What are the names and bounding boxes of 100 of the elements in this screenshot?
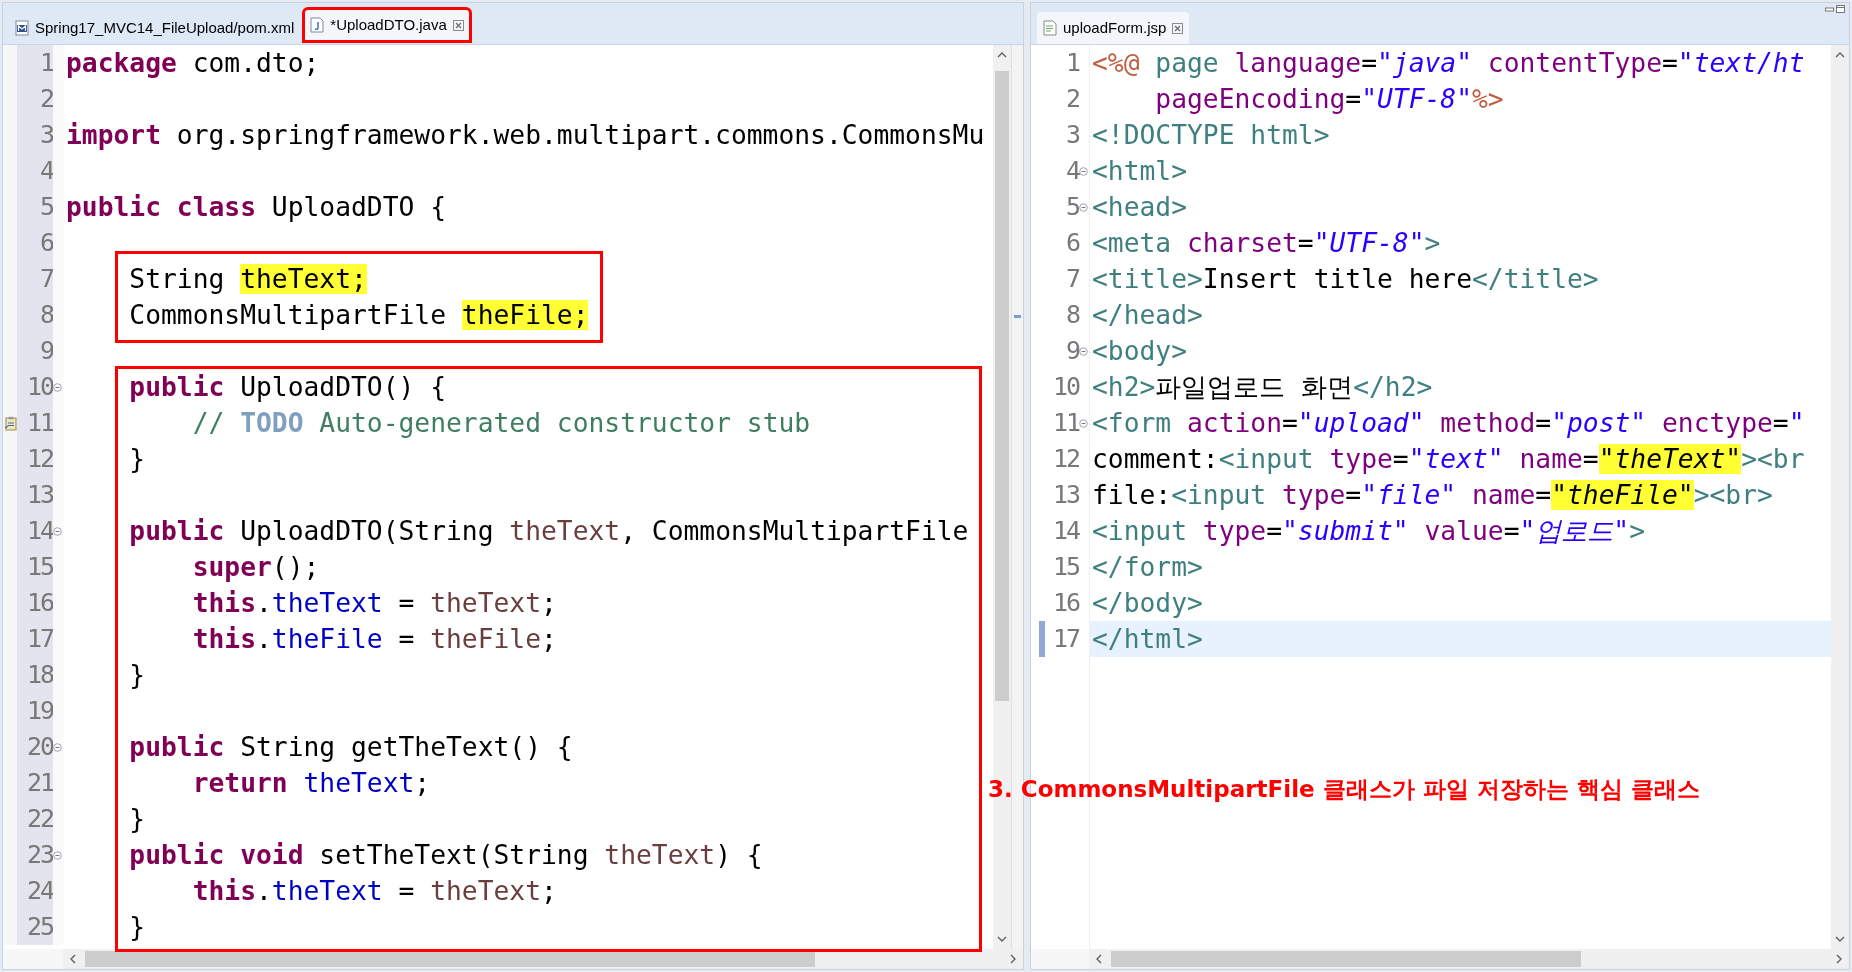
collapse-icon[interactable] — [53, 382, 62, 392]
code-line: pageEncoding="UTF-8"%> — [1154, 83, 1504, 116]
line-number: 1 — [1065, 47, 1079, 79]
collapse-icon[interactable] — [1079, 166, 1088, 176]
code-line: </body> — [1092, 587, 1203, 620]
code-line: comment:<input type="text" name="theText"><br — [1092, 443, 1805, 476]
line-number: 13 — [26, 479, 53, 511]
code-line: <html> — [1092, 155, 1187, 188]
code-line: public UploadDTO(String theText, CommonsMultipartFile — [128, 515, 969, 548]
code-line: CommonsMultipartFile theFile; — [128, 299, 589, 332]
code-line: return theText; — [191, 767, 431, 800]
code-line: this.theText = theText; — [191, 875, 557, 908]
line-number: 14 — [26, 515, 53, 547]
code-line: <input type="submit" value="업로드"> — [1092, 515, 1646, 548]
code-line: public class UploadDTO { — [66, 191, 446, 224]
close-icon[interactable] — [452, 19, 464, 31]
line-number: 18 — [26, 659, 53, 691]
line-number: 5 — [1065, 191, 1079, 223]
line-number: 10 — [1052, 371, 1079, 403]
code-line: <title>Insert title here</title> — [1092, 263, 1599, 296]
line-number: 19 — [26, 695, 53, 727]
code-line: public void setTheText(String theText) { — [128, 839, 763, 872]
minimize-icon[interactable] — [1825, 5, 1834, 13]
code-line: </head> — [1092, 299, 1203, 332]
line-number: 20 — [26, 731, 53, 763]
line-number: 15 — [1052, 551, 1079, 583]
code-line: import org.springframework.web.multipart.commons.CommonsMu — [66, 119, 985, 152]
collapse-icon[interactable] — [53, 526, 62, 536]
line-number: 13 — [1052, 479, 1079, 511]
line-number: 3 — [39, 119, 53, 151]
line-number: 9 — [39, 335, 53, 367]
line-number: 17 — [1052, 623, 1079, 655]
code-line: this.theFile = theFile; — [191, 623, 557, 656]
xml-file-icon — [15, 20, 29, 36]
line-number: 9 — [1065, 335, 1079, 367]
line-number: 2 — [1065, 83, 1079, 115]
code-line: } — [128, 911, 146, 944]
code-line: </html> — [1092, 623, 1203, 656]
line-number: 22 — [26, 803, 53, 835]
code-line: String theText; — [128, 263, 367, 296]
line-number: 23 — [26, 839, 53, 871]
line-number: 6 — [39, 227, 53, 259]
collapse-icon[interactable] — [53, 742, 62, 752]
line-number: 16 — [26, 587, 53, 619]
line-number: 17 — [26, 623, 53, 655]
code-line: } — [128, 659, 146, 692]
horizontal-scrollbar[interactable] — [1089, 949, 1849, 969]
line-number: 10 — [26, 371, 53, 403]
line-number: 11 — [1052, 407, 1079, 439]
line-number: 12 — [26, 443, 53, 475]
collapse-icon[interactable] — [1079, 346, 1088, 356]
task-icon[interactable] — [3, 415, 17, 431]
line-number: 11 — [26, 407, 53, 439]
code-line: package com.dto; — [66, 47, 320, 80]
editor-tab[interactable]: uploadForm.jsp — [1037, 12, 1190, 44]
editor-tab[interactable]: Spring17_MVC14_FileUpload/pom.xml — [9, 12, 301, 44]
line-number: 5 — [39, 191, 53, 223]
code-line: public String getTheText() { — [128, 731, 573, 764]
collapse-icon[interactable] — [1079, 418, 1088, 428]
line-number: 16 — [1052, 587, 1079, 619]
line-number: 7 — [39, 263, 53, 295]
file-icon — [1043, 20, 1057, 36]
code-line: <%@ page language="java" contentType="text/ht — [1092, 47, 1805, 80]
line-number: 3 — [1065, 119, 1079, 151]
line-number: 21 — [26, 767, 53, 799]
line-number: 8 — [1065, 299, 1079, 331]
collapse-icon[interactable] — [53, 850, 62, 860]
line-number: 15 — [26, 551, 53, 583]
code-line: <body> — [1092, 335, 1187, 368]
line-number: 7 — [1065, 263, 1079, 295]
line-number: 1 — [39, 47, 53, 79]
code-line: public UploadDTO() { — [128, 371, 446, 404]
line-number: 8 — [39, 299, 53, 331]
code-line: } — [128, 443, 146, 476]
code-line: </form> — [1092, 551, 1203, 584]
line-number: 14 — [1052, 515, 1079, 547]
code-line: file:<input type="file" name="theFile"><br> — [1092, 479, 1773, 512]
collapse-icon[interactable] — [1079, 202, 1088, 212]
line-number: 4 — [39, 155, 53, 187]
java-file-icon — [310, 17, 325, 33]
code-line: } — [128, 803, 146, 836]
line-number: 24 — [26, 875, 53, 907]
editor-tab[interactable]: *UploadDTO.java — [304, 9, 470, 41]
line-number: 6 — [1065, 227, 1079, 259]
code-line: <!DOCTYPE html> — [1092, 119, 1330, 152]
line-number: 4 — [1065, 155, 1079, 187]
maximize-icon[interactable] — [1836, 5, 1845, 13]
code-line: super(); — [191, 551, 320, 584]
close-icon[interactable] — [1172, 22, 1184, 34]
code-line: // TODO Auto-generated constructor stub — [191, 407, 811, 440]
line-number: 2 — [39, 83, 53, 115]
annotation-note: 3. CommonsMultipartFile 클래스가 파일 저장하는 핵심 클래스 — [988, 775, 1700, 804]
line-number: 25 — [26, 911, 53, 943]
code-line: this.theText = theText; — [191, 587, 557, 620]
code-line: <form action="upload" method="post" enctype=" — [1092, 407, 1805, 440]
code-line: <h2>파일업로드 화면</h2> — [1092, 371, 1433, 404]
code-line: <meta charset="UTF-8"> — [1092, 227, 1441, 260]
line-number: 12 — [1052, 443, 1079, 475]
vertical-scrollbar[interactable] — [1831, 45, 1849, 949]
code-line: <head> — [1092, 191, 1187, 224]
